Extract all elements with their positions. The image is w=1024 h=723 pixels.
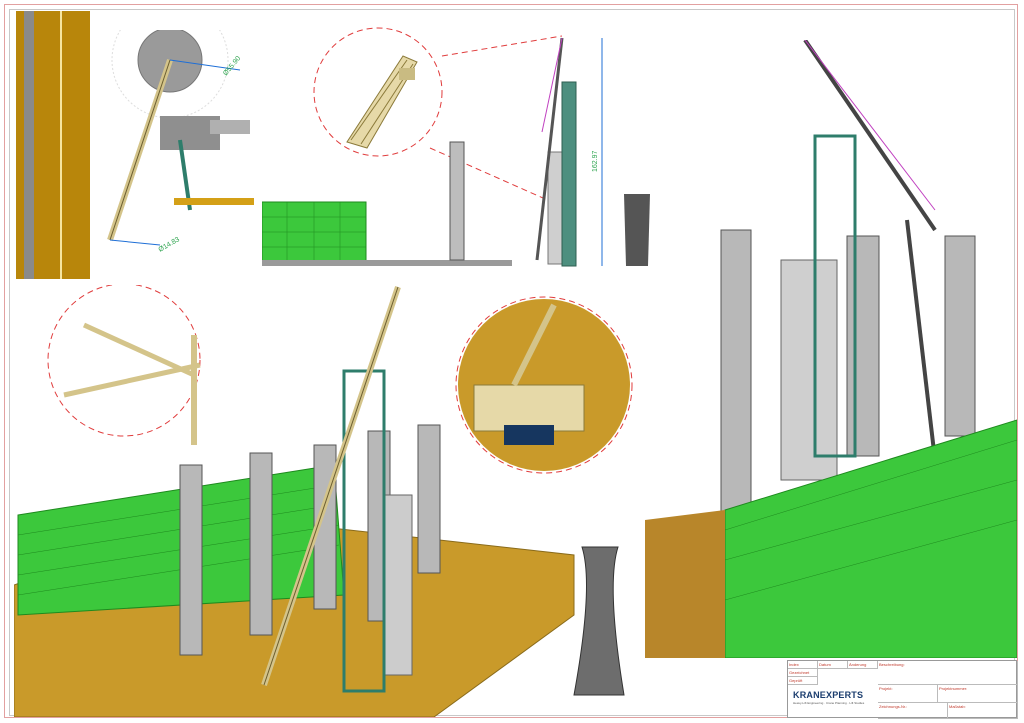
dimension-height: 162.97 — [592, 150, 599, 172]
company-tagline: Heavy-Lift Engineering · Crane Planning … — [793, 701, 865, 705]
crane-detail-callout-right — [458, 299, 630, 471]
boom-detail-callout — [346, 55, 418, 149]
perspective-view-right — [645, 40, 1017, 658]
title-block: Index Datum Änderung Gezeichnet Geprüft … — [787, 660, 1018, 719]
dimension-radius-bottom: Ø14.83 — [158, 236, 181, 254]
dimension-radius-top: Ø55.90 — [222, 55, 242, 77]
company-logo: KRANEXPERTS — [793, 690, 864, 700]
tb-date-label: Datum — [818, 661, 848, 669]
tb-change-label: Änderung — [848, 661, 878, 669]
tb-description-label: Beschreibung: — [878, 661, 1018, 685]
plan-view-strip — [16, 11, 90, 279]
tb-project-label: Projekt: — [878, 685, 938, 703]
drawing-sheet: Ø55.90 Ø14.83 162.97 Index Datum Änderun… — [0, 0, 1024, 723]
tb-project-number-label: Projektnummer: — [938, 685, 1018, 703]
side-elevation-view: 162.97 — [262, 27, 650, 267]
tb-scale-label: Maßstab: — [948, 703, 1018, 719]
tb-checked-label: Geprüft — [788, 677, 818, 685]
tb-drawn-label: Gezeichnet — [788, 669, 818, 677]
crane-detail-callout-left — [63, 322, 201, 445]
crane-plan-view: Ø55.90 Ø14.83 — [107, 30, 254, 254]
tb-drawing-number-label: Zeichnungs-Nr.: — [878, 703, 948, 719]
tb-index-label: Index — [788, 661, 818, 669]
perspective-view-main — [14, 285, 633, 717]
